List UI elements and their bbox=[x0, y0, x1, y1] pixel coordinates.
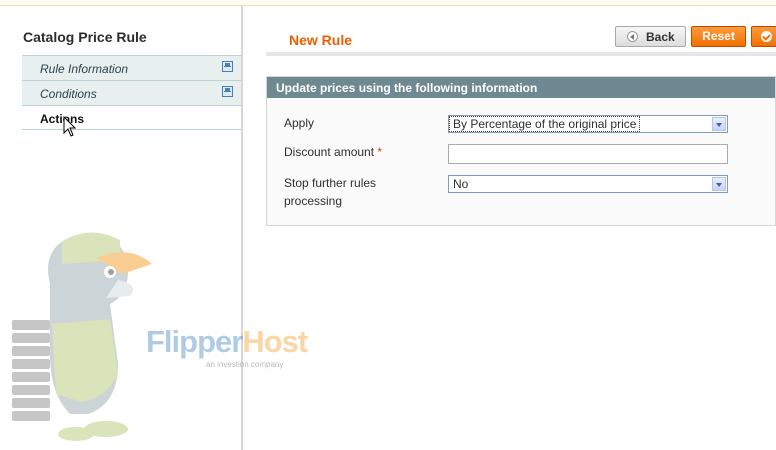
discount-amount-input[interactable] bbox=[448, 144, 728, 164]
stop-further-rules-select[interactable]: No bbox=[448, 175, 728, 193]
apply-select-value: By Percentage of the original price bbox=[448, 116, 641, 132]
sidebar: Catalog Price Rule Rule Information Cond… bbox=[0, 6, 243, 450]
mouse-cursor-icon bbox=[63, 116, 77, 137]
save-button[interactable] bbox=[751, 26, 776, 47]
sidebar-tabs: Rule Information Conditions Actions bbox=[22, 55, 241, 130]
page-title: New Rule bbox=[289, 32, 353, 48]
tab-label: Actions bbox=[40, 112, 85, 126]
stop-further-rules-label: Stop further rules processing bbox=[284, 176, 377, 208]
apply-select[interactable]: By Percentage of the original price bbox=[448, 115, 728, 133]
brand-watermark: FlipperHost bbox=[146, 324, 308, 359]
tab-actions[interactable]: Actions bbox=[22, 105, 241, 130]
tab-label: Conditions bbox=[40, 87, 97, 101]
brand-tagline: an investion company bbox=[206, 360, 284, 369]
required-marker: * bbox=[377, 145, 383, 159]
dropdown-arrow-icon bbox=[712, 177, 726, 191]
fieldset-header: Update prices using the following inform… bbox=[267, 77, 775, 98]
mascot-watermark-icon bbox=[12, 232, 152, 441]
dropdown-arrow-icon bbox=[712, 117, 726, 131]
save-icon bbox=[222, 61, 233, 72]
discount-amount-label: Discount amount * bbox=[284, 145, 383, 159]
title-divider bbox=[266, 52, 776, 56]
back-arrow-icon bbox=[627, 31, 638, 42]
tab-label: Rule Information bbox=[40, 62, 129, 76]
back-button-label: Back bbox=[646, 30, 675, 44]
sidebar-title: Catalog Price Rule bbox=[23, 29, 147, 45]
tab-conditions[interactable]: Conditions bbox=[22, 80, 241, 105]
save-icon bbox=[222, 86, 233, 97]
check-icon bbox=[761, 31, 772, 42]
back-button[interactable]: Back bbox=[615, 26, 686, 47]
stop-select-value: No bbox=[453, 177, 469, 191]
tab-rule-information[interactable]: Rule Information bbox=[22, 55, 241, 80]
reset-button[interactable]: Reset bbox=[691, 26, 746, 47]
apply-label: Apply bbox=[284, 116, 315, 130]
